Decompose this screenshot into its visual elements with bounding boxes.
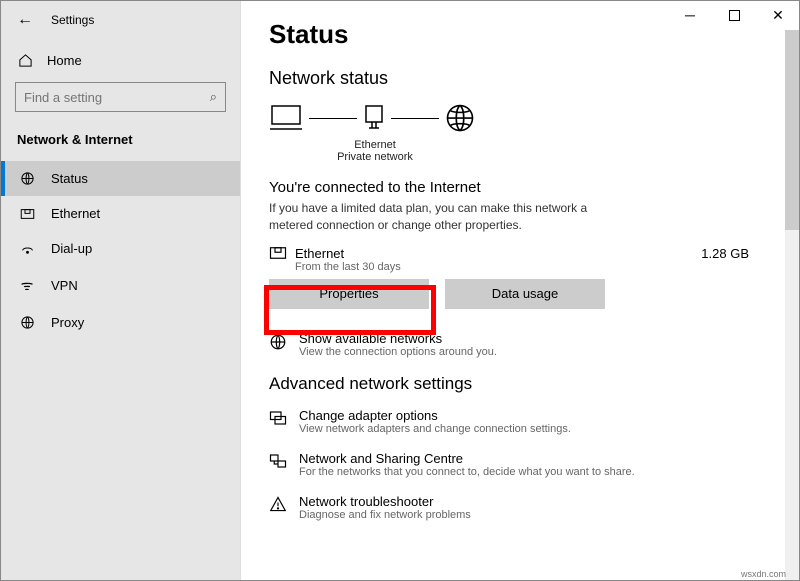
connected-title: You're connected to the Internet (269, 179, 799, 196)
status-icon (17, 171, 37, 186)
home-link[interactable]: Home (1, 47, 240, 74)
back-icon[interactable]: ← (17, 11, 33, 29)
adapter-icon (269, 408, 299, 426)
troubleshoot-name: Network troubleshooter (299, 494, 471, 509)
minimize-button[interactable]: ─ (668, 0, 712, 30)
vpn-icon: ᯤ (17, 276, 37, 295)
window-controls: ─ ✕ (668, 0, 800, 30)
main-content: Status Network status Ethernet Private n… (241, 1, 799, 580)
nav-label: Ethernet (51, 206, 100, 221)
advanced-title: Advanced network settings (269, 374, 799, 394)
nav-label: VPN (51, 278, 78, 293)
nav-list: Status Ethernet Dial-up ᯤ VPN (1, 161, 240, 340)
usage-name: Ethernet (295, 246, 701, 261)
nav-item-proxy[interactable]: Proxy (1, 305, 240, 340)
nav-item-status[interactable]: Status (1, 161, 240, 196)
nav-label: Status (51, 171, 88, 186)
sharing-link[interactable]: Network and Sharing Centre For the netwo… (269, 451, 749, 478)
router-icon (363, 104, 385, 132)
watermark: wsxdn.com (741, 569, 786, 579)
home-label: Home (47, 53, 82, 68)
maximize-button[interactable] (712, 0, 756, 30)
adapter-link[interactable]: Change adapter options View network adap… (269, 408, 749, 435)
globe-icon (445, 103, 475, 133)
show-networks-name: Show available networks (299, 331, 497, 346)
home-icon (17, 53, 33, 68)
sharing-icon (269, 451, 299, 469)
ethernet-small-icon (269, 246, 295, 260)
window-title: Settings (51, 13, 94, 27)
category-header: Network & Internet (1, 120, 240, 157)
diagram-type: Private network (269, 151, 481, 163)
troubleshoot-sub: Diagnose and fix network problems (299, 509, 471, 521)
network-diagram (269, 103, 799, 133)
settings-window: ─ ✕ ← Settings Home ⌕ Network & Internet (0, 0, 800, 581)
ethernet-icon (17, 208, 37, 220)
section-title: Network status (269, 68, 799, 89)
diagram-name: Ethernet (269, 139, 481, 151)
data-usage-button[interactable]: Data usage (445, 279, 605, 309)
usage-row: Ethernet From the last 30 days 1.28 GB (269, 246, 799, 273)
connected-desc: If you have a limited data plan, you can… (269, 200, 589, 234)
troubleshoot-link[interactable]: Network troubleshooter Diagnose and fix … (269, 494, 749, 521)
warning-icon (269, 494, 299, 512)
usage-amount: 1.28 GB (701, 246, 749, 261)
scrollbar[interactable] (785, 30, 799, 580)
nav-label: Proxy (51, 315, 84, 330)
usage-sub: From the last 30 days (295, 261, 701, 273)
dialup-icon (17, 241, 37, 256)
sidebar: ← Settings Home ⌕ Network & Internet Sta… (1, 1, 241, 580)
properties-button[interactable]: Properties (269, 279, 429, 309)
computer-icon (269, 104, 303, 132)
nav-item-vpn[interactable]: ᯤ VPN (1, 266, 240, 305)
scrollbar-thumb[interactable] (785, 30, 799, 230)
globe-small-icon (269, 331, 299, 351)
search-icon: ⌕ (210, 89, 217, 105)
adapter-sub: View network adapters and change connect… (299, 423, 571, 435)
nav-item-dialup[interactable]: Dial-up (1, 231, 240, 266)
adapter-name: Change adapter options (299, 408, 571, 423)
sharing-name: Network and Sharing Centre (299, 451, 635, 466)
show-networks-sub: View the connection options around you. (299, 346, 497, 358)
proxy-icon (17, 315, 37, 330)
search-input[interactable] (24, 90, 210, 105)
show-networks-link[interactable]: Show available networks View the connect… (269, 331, 749, 358)
nav-label: Dial-up (51, 241, 92, 256)
close-button[interactable]: ✕ (756, 0, 800, 30)
sharing-sub: For the networks that you connect to, de… (299, 466, 635, 478)
nav-item-ethernet[interactable]: Ethernet (1, 196, 240, 231)
search-box[interactable]: ⌕ (15, 82, 226, 112)
